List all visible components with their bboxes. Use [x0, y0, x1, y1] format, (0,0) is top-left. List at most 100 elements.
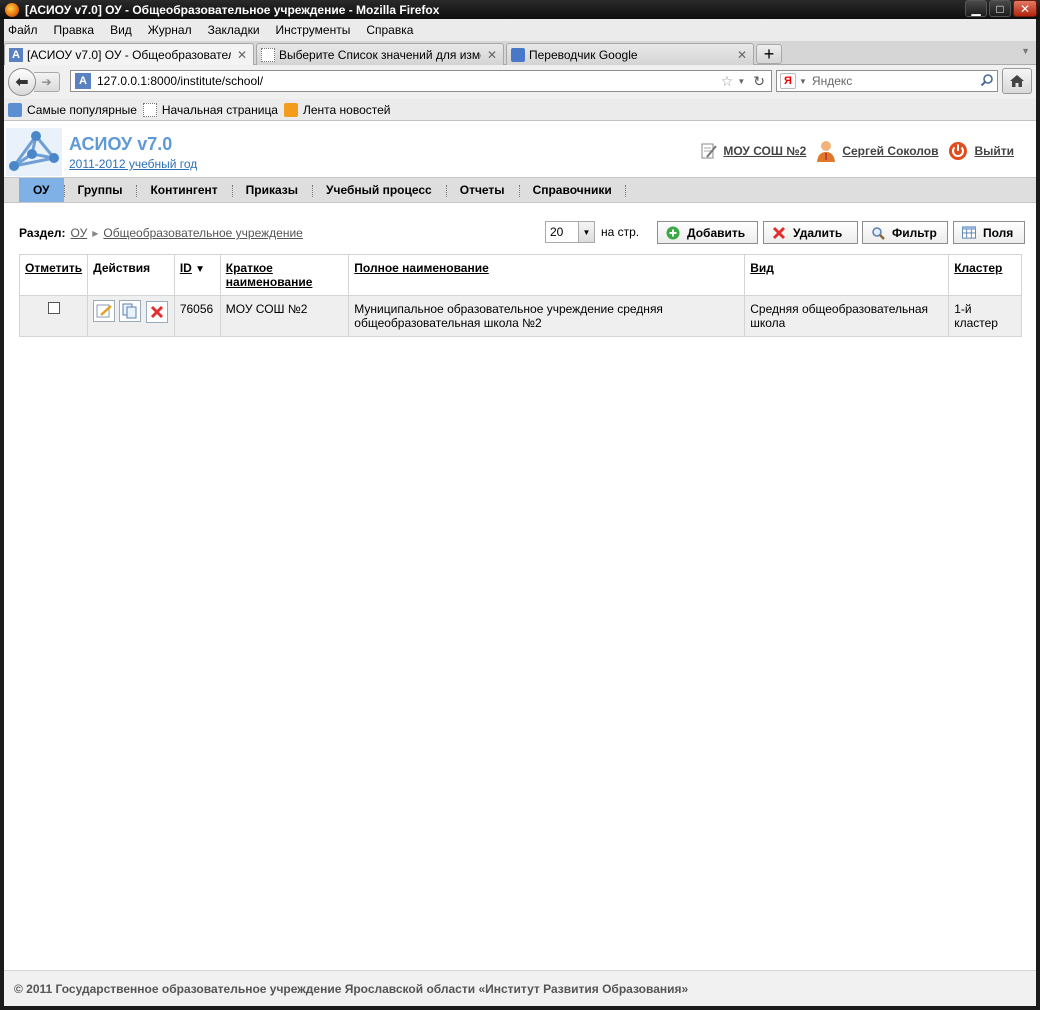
col-mark-header[interactable]: Отметить — [18, 254, 89, 296]
page-size-select[interactable]: 20 ▼ — [545, 221, 595, 243]
bookmark-label: Начальная страница — [161, 102, 278, 117]
breadcrumb-current-link[interactable]: Общеобразовательное учреждение — [103, 226, 302, 240]
bookmark-label: Лента новостей — [302, 102, 391, 117]
fields-button[interactable]: Поля — [953, 221, 1025, 244]
col-id-header[interactable]: ID ▼ — [173, 254, 221, 296]
chevron-down-icon[interactable]: ▼ — [578, 222, 594, 242]
sort-desc-icon: ▼ — [195, 264, 206, 275]
fields-button-label: Поля — [983, 225, 1014, 240]
tab-label: Выберите Список значений для измен... — [279, 47, 481, 62]
tab-strip: A [АСИОУ v7.0] ОУ - Общеобразователь... … — [4, 41, 1036, 66]
per-page-label: на стр. — [601, 225, 640, 239]
bookmark-start-page[interactable]: Начальная страница — [142, 102, 278, 117]
asiou-logo-icon — [6, 128, 62, 176]
filter-button[interactable]: Фильтр — [862, 221, 948, 244]
nav-tab-learning-process[interactable]: Учебный процесс — [312, 178, 446, 202]
search-icon[interactable] — [977, 73, 997, 90]
logout-link[interactable]: Выйти — [948, 141, 1014, 161]
asiou-favicon-icon: A — [9, 48, 23, 62]
copy-icon[interactable] — [119, 300, 142, 322]
academic-year-link[interactable]: 2011-2012 учебный год — [69, 157, 197, 171]
back-button[interactable]: ⬅ — [8, 68, 36, 96]
app-header: АСИОУ v7.0 2011-2012 учебный год МОУ СОШ… — [4, 126, 1036, 177]
edit-icon[interactable] — [93, 300, 116, 322]
add-button-label: Добавить — [687, 225, 746, 240]
bookmark-label: Самые популярные — [27, 102, 137, 117]
col-cluster-header[interactable]: Кластер — [948, 254, 1022, 296]
browser-tab-asiou[interactable]: A [АСИОУ v7.0] ОУ - Общеобразователь... … — [4, 43, 254, 66]
menu-bookmarks[interactable]: Закладки — [208, 23, 260, 37]
window-title: [АСИОУ v7.0] ОУ - Общеобразовательное уч… — [25, 2, 440, 17]
new-tab-button[interactable]: + — [756, 44, 782, 64]
nav-tab-groups[interactable]: Группы — [63, 178, 137, 202]
cell-kind: Средняя общеобразовательная школа — [744, 295, 950, 337]
cell-id: 76056 — [173, 295, 221, 337]
delete-row-icon[interactable] — [145, 301, 168, 323]
nav-tab-contingent[interactable]: Контингент — [136, 178, 231, 202]
bookmark-most-visited[interactable]: Самые популярные — [8, 102, 137, 117]
maximize-icon[interactable]: □ — [989, 0, 1011, 17]
history-dropdown-icon[interactable]: ▼ — [737, 77, 745, 86]
menu-tools[interactable]: Инструменты — [276, 23, 351, 37]
firefox-logo-icon — [5, 2, 19, 17]
nav-tab-orders[interactable]: Приказы — [231, 178, 312, 202]
search-input[interactable]: Яндекс — [812, 74, 977, 88]
google-translate-favicon-icon — [511, 47, 525, 62]
tab-close-icon[interactable]: ✕ — [737, 48, 747, 62]
yandex-logo-icon[interactable]: Я — [780, 73, 796, 89]
school-link-label: МОУ СОШ №2 — [723, 144, 807, 158]
url-input[interactable]: 127.0.0.1:8000/institute/school/ — [97, 74, 721, 88]
delete-button[interactable]: Удалить — [763, 221, 858, 244]
col-full-name-header[interactable]: Полное наименование — [348, 254, 746, 296]
nav-tab-references[interactable]: Справочники — [518, 178, 626, 202]
tab-close-icon[interactable]: ✕ — [237, 48, 247, 62]
menu-file[interactable]: Файл — [8, 23, 38, 37]
menu-bar: Файл Правка Вид Журнал Закладки Инструме… — [4, 19, 1036, 41]
row-checkbox[interactable] — [47, 302, 60, 314]
nav-tab-reports[interactable]: Отчеты — [445, 178, 519, 202]
page-size-value: 20 — [550, 225, 564, 239]
tab-label: Переводчик Google — [529, 47, 638, 62]
menu-history[interactable]: Журнал — [148, 23, 192, 37]
tab-label: [АСИОУ v7.0] ОУ - Общеобразователь... — [27, 48, 231, 62]
browser-tab-google-translate[interactable]: Переводчик Google ✕ — [506, 43, 754, 65]
search-bar[interactable]: Я ▼ Яндекс — [776, 70, 998, 92]
reload-icon[interactable]: ↻ — [753, 73, 765, 90]
power-icon — [949, 142, 968, 160]
menu-view[interactable]: Вид — [110, 23, 132, 37]
school-link[interactable]: МОУ СОШ №2 — [701, 142, 806, 160]
tab-close-icon[interactable]: ✕ — [487, 48, 497, 62]
menu-help[interactable]: Справка — [366, 23, 413, 37]
site-identity-icon: A — [75, 73, 91, 89]
browser-window: Файл Правка Вид Журнал Закладки Инструме… — [4, 19, 1036, 1006]
tab-list-dropdown-icon[interactable]: ▼ — [1021, 46, 1030, 56]
add-button[interactable]: Добавить — [657, 221, 758, 244]
cell-short-name: МОУ СОШ №2 — [219, 295, 350, 337]
header-links: МОУ СОШ №2 Сергей Соколов Выйти — [691, 140, 1014, 162]
close-icon[interactable]: ✕ — [1013, 0, 1037, 17]
address-bar[interactable]: A 127.0.0.1:8000/institute/school/ ☆ ▼ ↻ — [70, 70, 772, 92]
page-footer: © 2011 Государственное образовательное у… — [4, 970, 1036, 1006]
web-page: АСИОУ v7.0 2011-2012 учебный год МОУ СОШ… — [4, 126, 1036, 1006]
document-pen-icon — [701, 143, 718, 159]
nav-tab-ou[interactable]: ОУ — [19, 178, 64, 202]
home-button[interactable] — [1002, 68, 1032, 94]
bookmark-news-feed[interactable]: Лента новостей — [283, 102, 391, 117]
browser-tab-choose-list[interactable]: Выберите Список значений для измен... ✕ — [256, 43, 504, 65]
page-size-control: 20 ▼ на стр. — [545, 221, 639, 243]
col-short-name-header[interactable]: Краткое наименование — [219, 254, 350, 296]
col-kind-header[interactable]: Вид — [744, 254, 950, 296]
home-icon — [1010, 75, 1024, 87]
menu-edit[interactable]: Правка — [54, 23, 95, 37]
user-link[interactable]: Сергей Соколов — [816, 140, 938, 162]
main-nav: ОУ Группы Контингент Приказы Учебный про… — [4, 177, 1036, 203]
col-id-label: ID — [179, 261, 192, 275]
back-forward-group: ➔ ⬅ — [8, 68, 64, 96]
search-engine-dropdown-icon[interactable]: ▼ — [799, 77, 807, 86]
user-link-label: Сергей Соколов — [842, 144, 939, 158]
breadcrumb-ou-link[interactable]: ОУ — [71, 226, 88, 240]
bookmark-star-icon[interactable]: ☆ — [721, 73, 734, 90]
forward-button[interactable]: ➔ — [34, 72, 60, 92]
window-titlebar: [АСИОУ v7.0] ОУ - Общеобразовательное уч… — [0, 0, 1040, 19]
minimize-icon[interactable]: ▁ — [965, 0, 987, 17]
